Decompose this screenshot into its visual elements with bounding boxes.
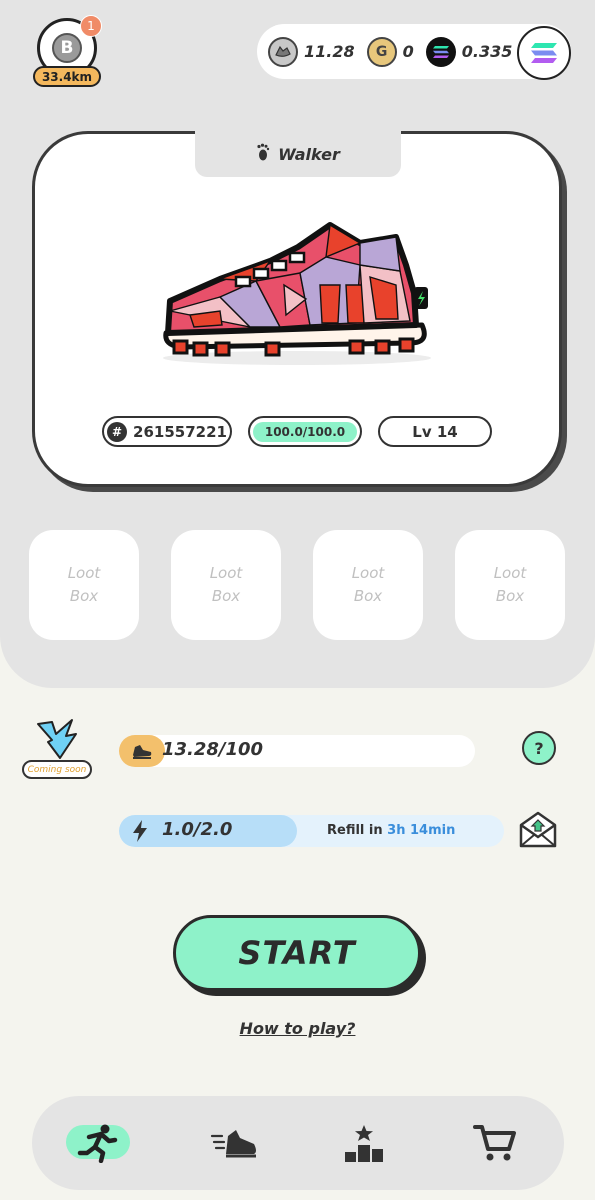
energy-bar: 1.0/2.0 Refill in 3h 14min <box>119 815 504 847</box>
level-chip: Lv 14 <box>378 416 492 447</box>
bitcoin-icon: B <box>52 33 82 63</box>
mail-icon[interactable] <box>518 811 558 849</box>
loot-box-label: Loot <box>493 564 527 582</box>
loot-box-label: Box <box>69 587 99 605</box>
lightning-boost-icon <box>37 719 77 759</box>
sneaker-image <box>163 222 428 357</box>
running-shoe-icon <box>119 735 165 767</box>
sneaker-icon <box>210 1130 256 1158</box>
footprint-icon <box>256 143 270 165</box>
sneaker-id-chip: # 261557221 <box>102 416 232 447</box>
coming-soon-badge: Coming soon <box>22 760 92 779</box>
loot-box-slot[interactable]: Loot Box <box>171 530 281 640</box>
steps-value: 13.28/100 <box>162 739 264 760</box>
sol-token-icon <box>425 36 456 67</box>
start-button[interactable]: START <box>173 915 421 991</box>
notification-count: 1 <box>80 15 102 37</box>
gst-value: 11.28 <box>304 42 355 61</box>
loot-box-label: Box <box>211 587 241 605</box>
gst-token-icon <box>268 36 298 67</box>
refill-label: Refill in <box>327 823 383 838</box>
nav-sneakers-tab[interactable] <box>202 1112 268 1174</box>
steps-progress-bar: 13.28/100 <box>119 735 475 767</box>
energy-value: 1.0/2.0 <box>162 819 233 840</box>
sneaker-id: 261557221 <box>133 422 227 441</box>
distance-badge: 33.4km <box>33 66 101 87</box>
loot-box-label: Loot <box>67 564 101 582</box>
nav-shop-tab[interactable] <box>462 1112 528 1174</box>
nav-run-tab[interactable] <box>66 1112 132 1174</box>
durability-value: 100.0/100.0 <box>252 421 358 442</box>
podium-icon <box>345 1125 383 1162</box>
loot-box-label: Box <box>495 587 525 605</box>
gmt-balance: G 0 <box>366 36 414 67</box>
loot-box-slot[interactable]: Loot Box <box>313 530 423 640</box>
help-button[interactable]: ? <box>522 731 556 765</box>
loot-box-label: Box <box>353 587 383 605</box>
bottom-nav <box>32 1096 564 1190</box>
solana-logo-icon <box>531 43 557 63</box>
sol-value: 0.335 <box>461 42 513 61</box>
loot-box-slot[interactable]: Loot Box <box>29 530 139 640</box>
wallet-button[interactable] <box>517 26 571 80</box>
loot-box-slot[interactable]: Loot Box <box>455 530 565 640</box>
loot-box-label: Loot <box>351 564 385 582</box>
gst-balance: 11.28 <box>268 36 355 67</box>
durability-chip: 100.0/100.0 <box>248 416 362 447</box>
hash-icon: # <box>107 421 128 442</box>
loot-box-label: Loot <box>209 564 243 582</box>
gmt-token-icon: G <box>366 36 397 67</box>
gmt-value: 0 <box>402 42 414 61</box>
refill-time: 3h 14min <box>387 823 456 838</box>
sneaker-type-tab: Walker <box>195 131 401 177</box>
sol-balance: 0.335 <box>425 36 513 67</box>
refill-timer: Refill in 3h 14min <box>327 823 455 838</box>
energy-bolt-icon <box>133 820 147 842</box>
boost-button[interactable]: Coming soon <box>20 718 94 780</box>
how-to-play-link[interactable]: How to play? <box>0 1019 595 1038</box>
nav-rank-tab[interactable] <box>331 1112 397 1174</box>
sneaker-type-label: Walker <box>278 144 340 164</box>
btc-badge[interactable]: B 1 33.4km <box>33 15 103 87</box>
cart-icon <box>473 1125 516 1161</box>
runner-icon <box>77 1124 118 1163</box>
